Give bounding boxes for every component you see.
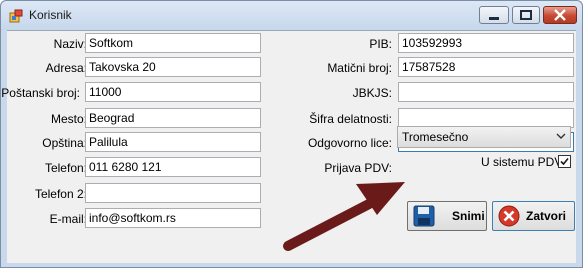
close-button[interactable]: Zatvori	[492, 201, 575, 231]
save-button-label: Snimi	[452, 209, 485, 223]
cancel-icon	[498, 205, 520, 227]
floppy-disk-icon	[413, 205, 435, 227]
save-button[interactable]: Snimi	[407, 201, 487, 231]
close-button-label: Zatvori	[526, 209, 567, 223]
window: Korisnik Naziv: Softkom Adresa: Takovska…	[0, 0, 583, 268]
